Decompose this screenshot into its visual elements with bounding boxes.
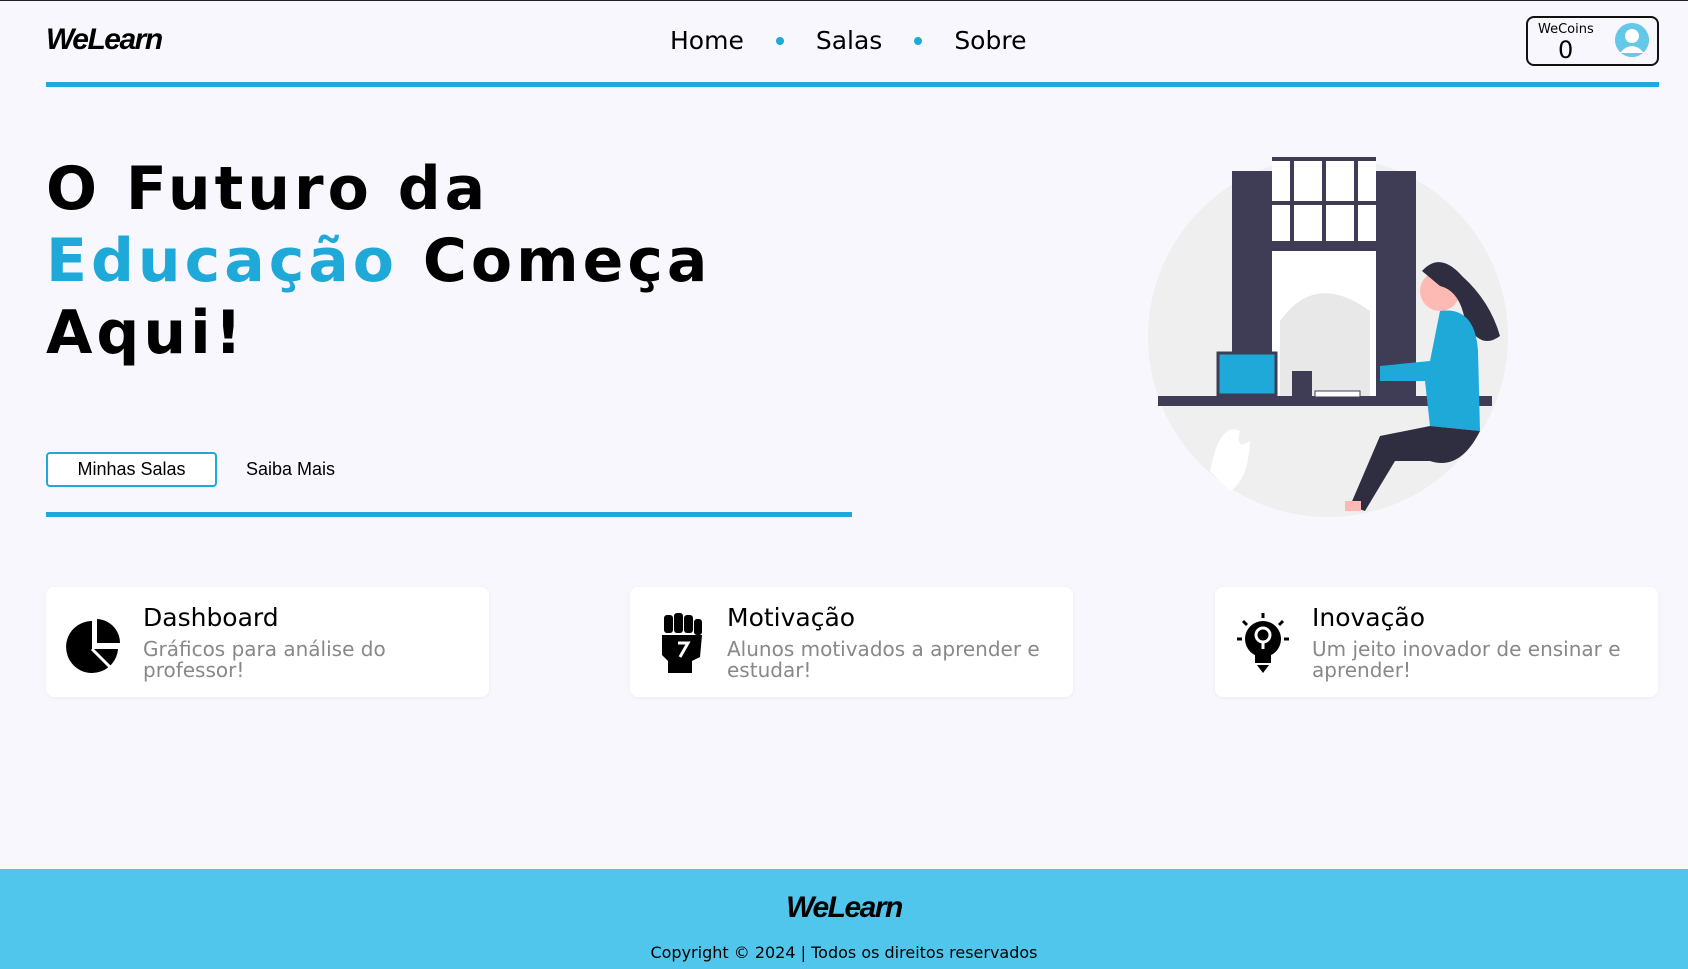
nav-separator-dot [775, 36, 784, 45]
nav-sobre[interactable]: Sobre [954, 26, 1026, 55]
nav-separator-dot [914, 36, 923, 45]
card-description: Alunos motivados a aprender e estudar! [727, 637, 1040, 682]
card-description: Gráficos para análise do professor! [143, 637, 386, 682]
minhas-salas-button[interactable]: Minhas Salas [46, 452, 217, 487]
footer-logo[interactable]: WeLearn [0, 891, 1688, 925]
hero-divider [46, 512, 852, 517]
card-title: Motivação [727, 603, 856, 632]
nav-salas[interactable]: Salas [816, 26, 882, 55]
hero-title: O Futuro da Educação Começa Aqui! [46, 153, 806, 369]
card-motivacao: Motivação Alunos motivados a aprender e … [630, 587, 1073, 697]
wecoins-label: WeCoins [1538, 22, 1594, 37]
hero-title-part3: Aqui! [46, 298, 247, 368]
fist-icon [648, 611, 708, 675]
card-title: Dashboard [143, 603, 279, 632]
header: WeLearn Home Salas Sobre WeCoins 0 [46, 1, 1659, 87]
nav-home[interactable]: Home [670, 26, 744, 55]
hero-title-accent: Educação [46, 226, 398, 296]
wecoins-value: 0 [1558, 36, 1574, 64]
card-title: Inovação [1312, 603, 1425, 632]
hero-title-part2: Começa [422, 226, 712, 296]
card-inovacao: Inovação Um jeito inovador de ensinar e … [1215, 587, 1658, 697]
hero-title-part1: O Futuro da [46, 154, 490, 224]
avatar-icon[interactable] [1615, 23, 1649, 57]
footer: WeLearn Copyright © 2024 | Todos os dire… [0, 869, 1688, 969]
card-dashboard: Dashboard Gráficos para análise do profe… [46, 587, 489, 697]
main-nav: Home Salas Sobre [670, 26, 1026, 55]
lightbulb-icon [1233, 611, 1293, 675]
wecoins-wallet: WeCoins 0 [1526, 16, 1659, 66]
saiba-mais-button[interactable]: Saiba Mais [246, 452, 335, 487]
hero-illustration [1140, 151, 1520, 521]
pie-chart-icon [64, 611, 124, 675]
card-description: Um jeito inovador de ensinar e aprender! [1312, 637, 1621, 682]
footer-copyright: Copyright © 2024 | Todos os direitos res… [650, 943, 1038, 962]
logo[interactable]: WeLearn [46, 23, 163, 57]
